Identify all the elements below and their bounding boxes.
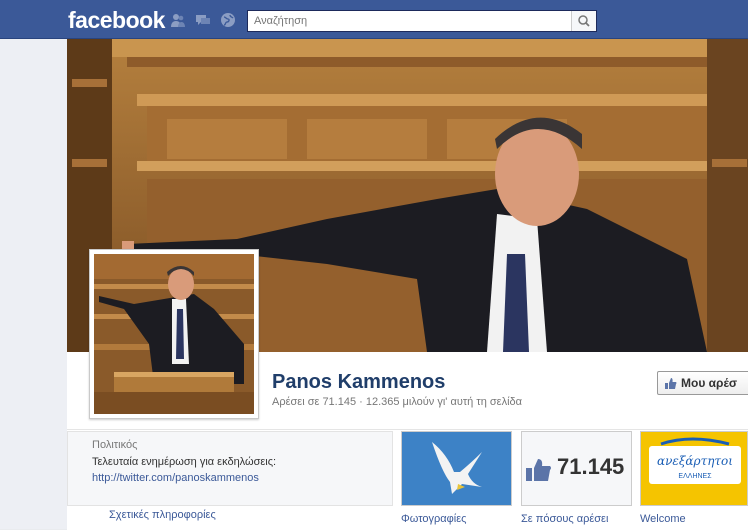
photos-tile-label[interactable]: Φωτογραφίες bbox=[401, 513, 466, 525]
likes-tile[interactable]: 71.145 bbox=[521, 431, 632, 506]
photos-tile[interactable] bbox=[401, 431, 512, 506]
description-text: Τελευταία ενημέρωση για εκδηλώσεις: bbox=[92, 456, 277, 468]
anexartitoi-ellines-logo: ανεξάρτητοι ΕΛΛΗΝΕΣ bbox=[641, 432, 747, 505]
notifications-globe-icon[interactable] bbox=[220, 12, 236, 28]
page-description: Τελευταία ενημέρωση για εκδηλώσεις: http… bbox=[92, 454, 382, 486]
welcome-tile[interactable]: ανεξάρτητοι ΕΛΛΗΝΕΣ bbox=[640, 431, 748, 506]
search-box bbox=[247, 10, 597, 32]
welcome-tile-label[interactable]: Welcome bbox=[640, 513, 686, 525]
svg-text:ΕΛΛΗΝΕΣ: ΕΛΛΗΝΕΣ bbox=[678, 473, 712, 480]
search-icon bbox=[578, 15, 590, 27]
twitter-link[interactable]: http://twitter.com/panoskammenos bbox=[92, 472, 259, 484]
about-box: Πολιτικός Τελευταία ενημέρωση για εκδηλώ… bbox=[67, 431, 393, 506]
thumbs-up-icon bbox=[665, 377, 677, 389]
friend-requests-icon[interactable] bbox=[170, 12, 186, 28]
like-button-label: Μου αρέσ bbox=[681, 376, 738, 390]
facebook-logo[interactable]: facebook bbox=[68, 7, 165, 34]
search-input[interactable] bbox=[248, 11, 578, 31]
seagull-photo bbox=[402, 432, 511, 505]
profile-picture[interactable] bbox=[89, 249, 259, 419]
top-bar: facebook bbox=[0, 0, 748, 39]
likes-tile-label[interactable]: Σε πόσους αρέσει bbox=[521, 513, 608, 525]
thumbs-up-icon bbox=[526, 459, 551, 481]
left-sidebar bbox=[0, 39, 67, 529]
about-link[interactable]: Σχετικές πληροφορίες bbox=[109, 509, 216, 521]
page-category: Πολιτικός bbox=[92, 439, 138, 451]
search-button[interactable] bbox=[571, 11, 596, 31]
likes-count: 71.145 bbox=[557, 454, 625, 479]
like-page-button[interactable]: Μου αρέσ bbox=[657, 371, 748, 395]
page-title: Panos Kammenos bbox=[272, 371, 446, 393]
svg-text:ανεξάρτητοι: ανεξάρτητοι bbox=[657, 454, 733, 468]
messages-icon[interactable] bbox=[195, 12, 211, 28]
page-stats: Αρέσει σε 71.145 · 12.365 μιλούν γι' αυτ… bbox=[272, 396, 522, 408]
